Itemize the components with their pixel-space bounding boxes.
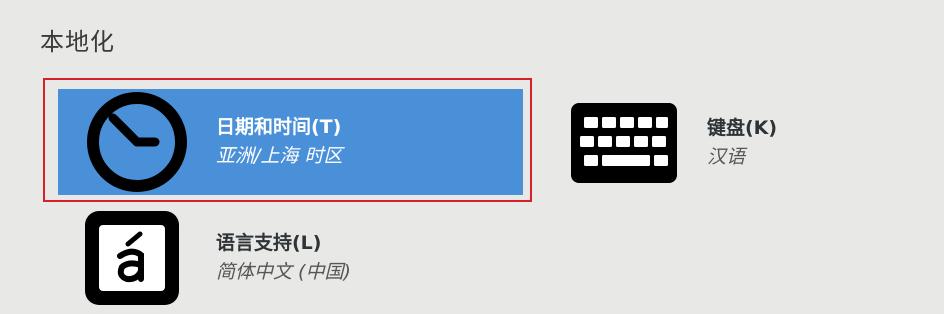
- section-title: 本地化: [40, 28, 115, 56]
- keyboard-label-block: 键盘(K) 汉语: [707, 116, 777, 171]
- keyboard-name: 键盘(K): [707, 116, 778, 139]
- datetime-value: 亚洲/上海 时区: [216, 144, 343, 167]
- keyboard-spoke[interactable]: 键盘(K) 汉语: [568, 100, 777, 186]
- datetime-spoke[interactable]: 日期和时间(T) 亚洲/上海 时区: [58, 89, 523, 195]
- keyboard-icon: [568, 100, 680, 186]
- datetime-name: 日期和时间(T): [216, 115, 342, 138]
- datetime-label-block: 日期和时间(T) 亚洲/上海 时区: [216, 115, 342, 170]
- language-label-block: 语言支持(L) 简体中文 (中国): [216, 231, 351, 286]
- language-value: 简体中文 (中国): [216, 260, 351, 283]
- clock-icon: [58, 89, 216, 195]
- keyboard-value: 汉语: [707, 145, 746, 168]
- language-name: 语言支持(L): [216, 231, 322, 254]
- language-spoke[interactable]: 语言支持(L) 简体中文 (中国): [84, 210, 351, 306]
- language-icon: [84, 210, 180, 306]
